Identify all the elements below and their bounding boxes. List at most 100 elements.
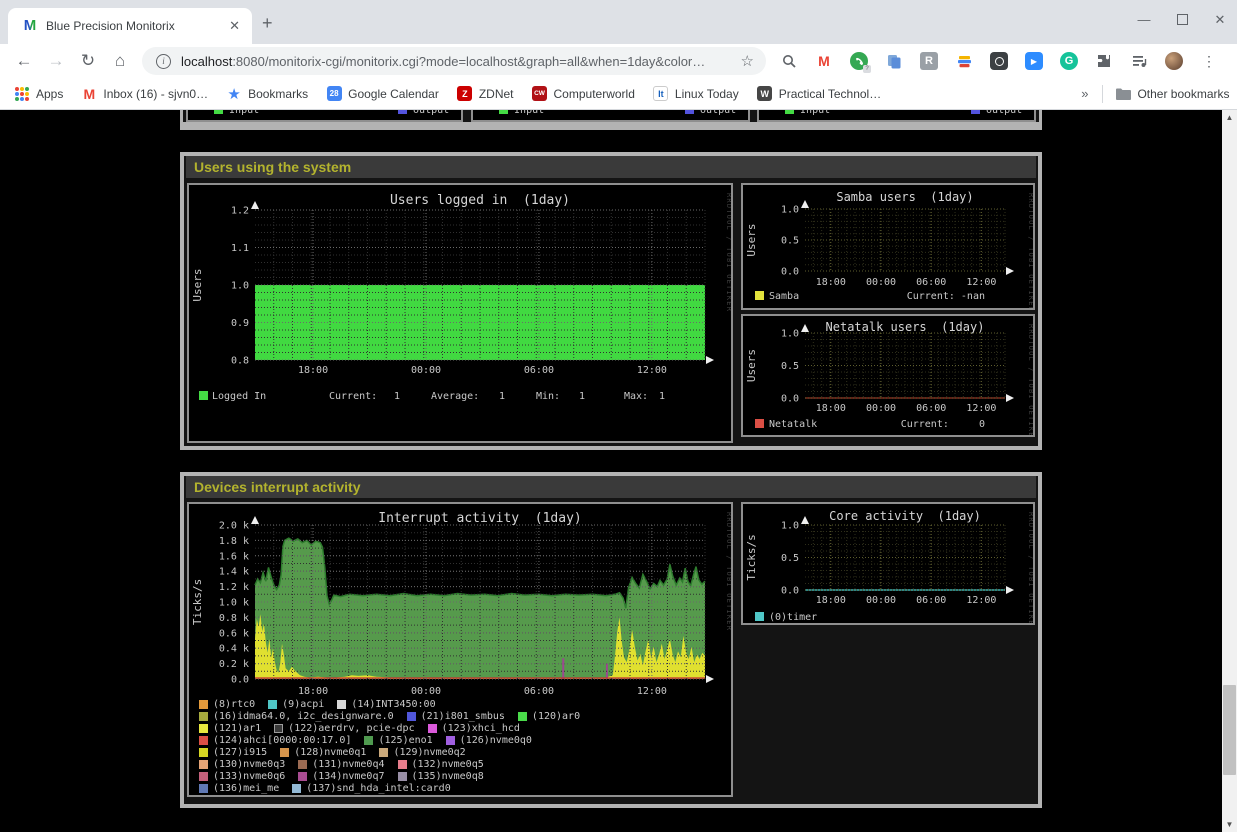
samba-users-graph[interactable]: Samba users (1day)0.00.51.018:0000:0006:… [741, 183, 1035, 310]
partial-graph-3[interactable]: Input output [757, 110, 1036, 122]
svg-text:0.4 k: 0.4 k [219, 644, 249, 655]
svg-text:12:00: 12:00 [966, 277, 996, 288]
core-activity-graph[interactable]: Core activity (1day)0.00.51.018:0000:000… [741, 502, 1035, 625]
legend-item: (131)nvme0q4 [298, 759, 384, 770]
forward-button[interactable]: → [40, 51, 72, 71]
bookmark-zdnet[interactable]: Z ZDNet [457, 86, 514, 102]
legend-item: (120)ar0 [518, 711, 580, 722]
legend-label: (126)nvme0q0 [460, 735, 532, 746]
stat-value: 1 [394, 391, 400, 402]
zoom-camera-extension-icon[interactable]: ▶ [1025, 52, 1043, 70]
star-icon: ★ [226, 86, 242, 102]
grammarly-extension-icon[interactable]: G [1060, 52, 1078, 70]
legend-label: (134)nvme0q7 [312, 771, 384, 782]
partial-graph-2[interactable]: Input output [471, 110, 750, 122]
svg-text:0.5: 0.5 [781, 236, 799, 247]
svg-text:0.5: 0.5 [781, 553, 799, 564]
legend-label: (123)xhci_hcd [442, 723, 520, 734]
gmail-extension-icon[interactable]: M [815, 52, 833, 70]
svg-text:0.8: 0.8 [231, 356, 249, 367]
wordpress-icon: W [757, 86, 773, 102]
reload-button[interactable]: ↻ [72, 51, 104, 71]
legend-swatch [199, 736, 208, 745]
legend-swatch [428, 724, 437, 733]
svg-text:18:00: 18:00 [816, 277, 846, 288]
bookmark-label: Practical Technol… [779, 87, 882, 101]
bookmark-star-icon[interactable]: ☆ [741, 52, 754, 70]
bookmark-inbox[interactable]: M Inbox (16) - sjvn0… [81, 86, 208, 102]
svg-text:0.6 k: 0.6 k [219, 628, 249, 639]
browser-menu-icon[interactable]: ⋮ [1200, 52, 1218, 70]
copy-pages-extension-icon[interactable] [885, 52, 903, 70]
users-legend: Logged InCurrent:1Average:1Min:1Max:1 [189, 391, 731, 405]
svg-text:Users: Users [191, 268, 204, 301]
maximize-button[interactable] [1175, 12, 1189, 28]
svg-text:18:00: 18:00 [298, 365, 328, 376]
legend-swatch [199, 700, 208, 709]
users-logged-in-graph[interactable]: Users logged in (1day)0.80.91.01.11.218:… [187, 183, 733, 443]
legend-label: (133)nvme0q6 [213, 771, 285, 782]
svg-text:12:00: 12:00 [637, 365, 667, 376]
minimize-button[interactable]: — [1137, 12, 1151, 28]
legend-current-value: Current: -nan [907, 291, 985, 302]
legend-item: (9)acpi [268, 699, 324, 710]
zdnet-icon: Z [457, 86, 473, 102]
page-info-icon[interactable]: i [156, 54, 171, 69]
home-button[interactable]: ⌂ [104, 51, 136, 71]
legend-item: (129)nvme0q2 [379, 747, 465, 758]
monitorix-page: Input output Input output Input output [0, 110, 1237, 832]
r-extension-icon[interactable]: R [920, 52, 938, 70]
legend-item: (130)nvme0q3 [199, 759, 285, 770]
lamp-extension-icon[interactable] [990, 52, 1008, 70]
bookmarks-overflow-chevron[interactable]: » [1081, 86, 1088, 101]
legend-item: (136)mei_me [199, 783, 279, 794]
scrollbar-thumb[interactable] [1223, 685, 1236, 775]
scroll-up-icon[interactable]: ▲ [1222, 110, 1237, 125]
legend-swatch [199, 772, 208, 781]
legend-swatch [379, 748, 388, 757]
tab-blue-precision-monitorix[interactable]: M Blue Precision Monitorix ✕ [8, 8, 252, 44]
interrupt-activity-graph[interactable]: Interrupt activity (1day)0.00.2 k0.4 k0.… [187, 502, 733, 797]
legend-label: (14)INT3450:00 [351, 699, 435, 710]
scrollbar[interactable]: ▲ ▼ [1222, 110, 1237, 832]
svg-text:18:00: 18:00 [816, 595, 846, 606]
avatar[interactable] [1165, 52, 1183, 70]
voice-extension-icon[interactable]: ? [850, 52, 868, 70]
new-tab-button[interactable]: + [262, 14, 273, 32]
bookmark-label: Bookmarks [248, 87, 308, 101]
search-icon[interactable] [780, 52, 798, 70]
close-button[interactable]: ✕ [1213, 12, 1227, 28]
tab-close-icon[interactable]: ✕ [225, 16, 244, 36]
svg-text:1.0: 1.0 [781, 329, 799, 340]
bookmark-label: Inbox (16) - sjvn0… [103, 87, 208, 101]
bookmark-bookmarks[interactable]: ★ Bookmarks [226, 86, 308, 102]
partial-graph-1[interactable]: Input output [186, 110, 463, 122]
back-button[interactable]: ← [8, 51, 40, 71]
legend-item: (128)nvme0q1 [280, 747, 366, 758]
bookmark-linux-today[interactable]: lt Linux Today [653, 86, 739, 102]
browser-toolbar: ← → ↻ ⌂ i localhost:8080/monitorix-cgi/m… [0, 44, 1237, 78]
legend-swatch [280, 748, 289, 757]
svg-text:12:00: 12:00 [637, 686, 667, 697]
extensions-puzzle-icon[interactable] [1095, 52, 1113, 70]
netatalk-users-graph[interactable]: Netatalk users (1day)0.00.51.018:0000:00… [741, 314, 1035, 437]
scroll-down-icon[interactable]: ▼ [1222, 817, 1237, 832]
playlist-extension-icon[interactable] [1130, 52, 1148, 70]
bookmark-label: Other bookmarks [1137, 87, 1229, 101]
other-bookmarks[interactable]: Other bookmarks [1115, 86, 1229, 102]
books-extension-icon[interactable] [955, 52, 973, 70]
svg-text:00:00: 00:00 [866, 277, 896, 288]
url-text[interactable]: localhost:8080/monitorix-cgi/monitorix.c… [181, 54, 735, 69]
bookmark-computerworld[interactable]: CW Computerworld [532, 86, 635, 102]
bookmark-practical-technology[interactable]: W Practical Technol… [757, 86, 882, 102]
legend-swatch [446, 736, 455, 745]
svg-text:18:00: 18:00 [816, 403, 846, 414]
svg-text:06:00: 06:00 [916, 403, 946, 414]
bookmark-apps[interactable]: Apps [14, 86, 63, 102]
legend-label: (120)ar0 [532, 711, 580, 722]
bookmark-google-calendar[interactable]: 28 Google Calendar [326, 86, 439, 102]
legend-label: (129)nvme0q2 [393, 747, 465, 758]
section-partial-top: Input output Input output Input output [180, 110, 1042, 130]
address-bar[interactable]: i localhost:8080/monitorix-cgi/monitorix… [142, 47, 766, 75]
legend-label: (128)nvme0q1 [294, 747, 366, 758]
